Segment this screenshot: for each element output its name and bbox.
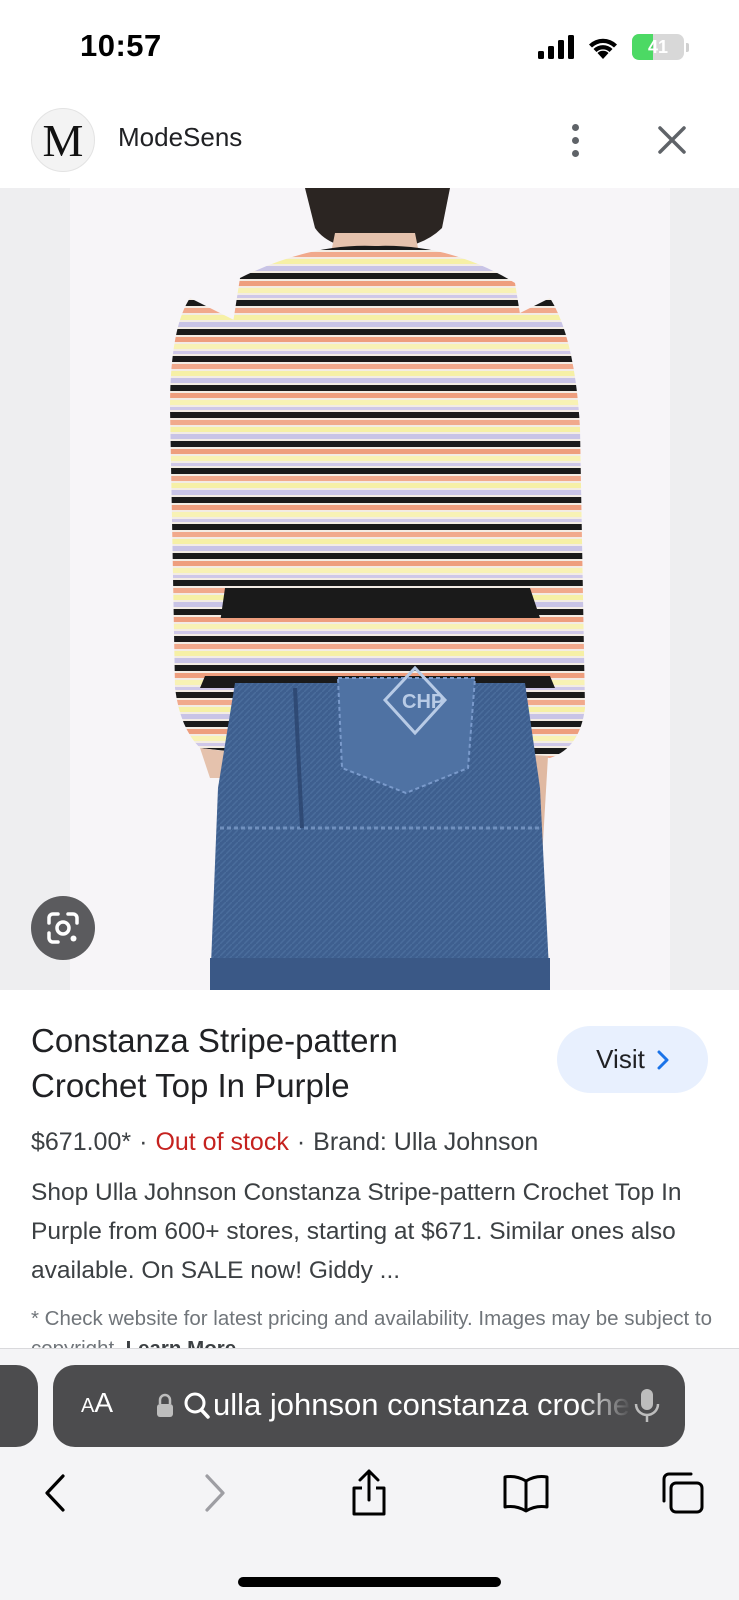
status-time: 10:57 xyxy=(80,28,162,63)
visit-label: Visit xyxy=(596,1044,645,1074)
close-icon[interactable] xyxy=(652,120,692,160)
home-indicator xyxy=(238,1577,501,1587)
product-brand: Brand: Ulla Johnson xyxy=(313,1128,539,1156)
browser-toolbar xyxy=(0,1465,739,1535)
battery-charging-icon: 41 xyxy=(632,34,684,60)
google-lens-icon[interactable] xyxy=(31,896,95,960)
disclaimer: * Check website for latest pricing and a… xyxy=(31,1304,721,1348)
more-vertical-icon[interactable] xyxy=(560,118,590,162)
product-image-area: CHP xyxy=(0,188,739,990)
learn-more-link[interactable]: Learn More xyxy=(126,1337,237,1348)
site-logo[interactable]: M xyxy=(31,108,95,172)
result-header: M ModeSens xyxy=(0,100,739,188)
product-price: $671.00* xyxy=(31,1128,132,1156)
stock-status: Out of stock xyxy=(155,1128,289,1156)
product-photo[interactable]: CHP xyxy=(70,188,670,990)
cellular-signal-icon xyxy=(538,35,574,59)
back-icon[interactable] xyxy=(28,1465,84,1521)
battery-percent: 41 xyxy=(647,36,669,57)
separator: · xyxy=(139,1128,148,1156)
svg-text:CHP: CHP xyxy=(402,691,444,713)
address-bar[interactable]: AA ulla johnson constanza crochet top xyxy=(53,1365,685,1447)
reader-options-button[interactable]: AA xyxy=(81,1387,113,1419)
tabs-icon[interactable] xyxy=(654,1465,710,1521)
product-description: Shop Ulla Johnson Constanza Stripe-patte… xyxy=(31,1179,682,1284)
status-icons: 41 xyxy=(538,34,689,60)
share-icon[interactable] xyxy=(341,1465,397,1521)
bookmarks-icon[interactable] xyxy=(498,1465,554,1521)
price-line: $671.00* · Out of stock · Brand: Ulla Johnso… xyxy=(31,1128,538,1157)
separator: · xyxy=(296,1128,306,1156)
visit-button[interactable]: Visit xyxy=(557,1026,708,1093)
product-title[interactable]: Constanza Stripe-pattern Crochet Top In … xyxy=(31,1018,511,1108)
previous-tab-preview[interactable] xyxy=(0,1365,38,1447)
forward-icon[interactable] xyxy=(186,1465,242,1521)
search-icon xyxy=(184,1392,210,1419)
microphone-icon[interactable] xyxy=(633,1387,661,1425)
battery-tip xyxy=(686,42,689,52)
browser-bottom-bar: AA ulla johnson constanza crochet top xyxy=(0,1348,739,1600)
chevron-right-icon xyxy=(657,1050,669,1069)
site-name[interactable]: ModeSens xyxy=(118,122,242,153)
lock-icon xyxy=(157,1393,173,1417)
status-bar: 10:57 41 xyxy=(0,0,739,100)
url-text[interactable]: ulla johnson constanza crochet top xyxy=(213,1387,631,1423)
wifi-icon xyxy=(589,38,617,59)
